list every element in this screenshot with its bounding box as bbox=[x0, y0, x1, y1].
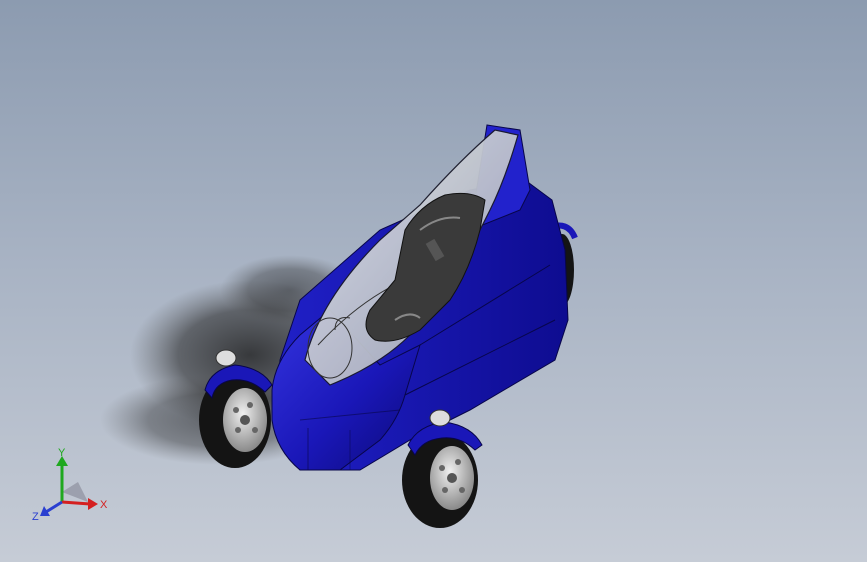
x-axis-arrow bbox=[61, 498, 98, 510]
z-axis-arrow bbox=[40, 500, 63, 516]
y-axis-arrow bbox=[56, 456, 68, 502]
3d-model-view[interactable] bbox=[0, 0, 867, 562]
orientation-triad[interactable]: Y X Z bbox=[32, 446, 112, 526]
z-axis-label: Z bbox=[32, 511, 39, 523]
x-axis-label: X bbox=[100, 499, 108, 511]
triad-plane bbox=[62, 482, 88, 502]
y-axis-label: Y bbox=[58, 447, 66, 459]
graphics-viewport[interactable]: Y X Z bbox=[0, 0, 867, 562]
